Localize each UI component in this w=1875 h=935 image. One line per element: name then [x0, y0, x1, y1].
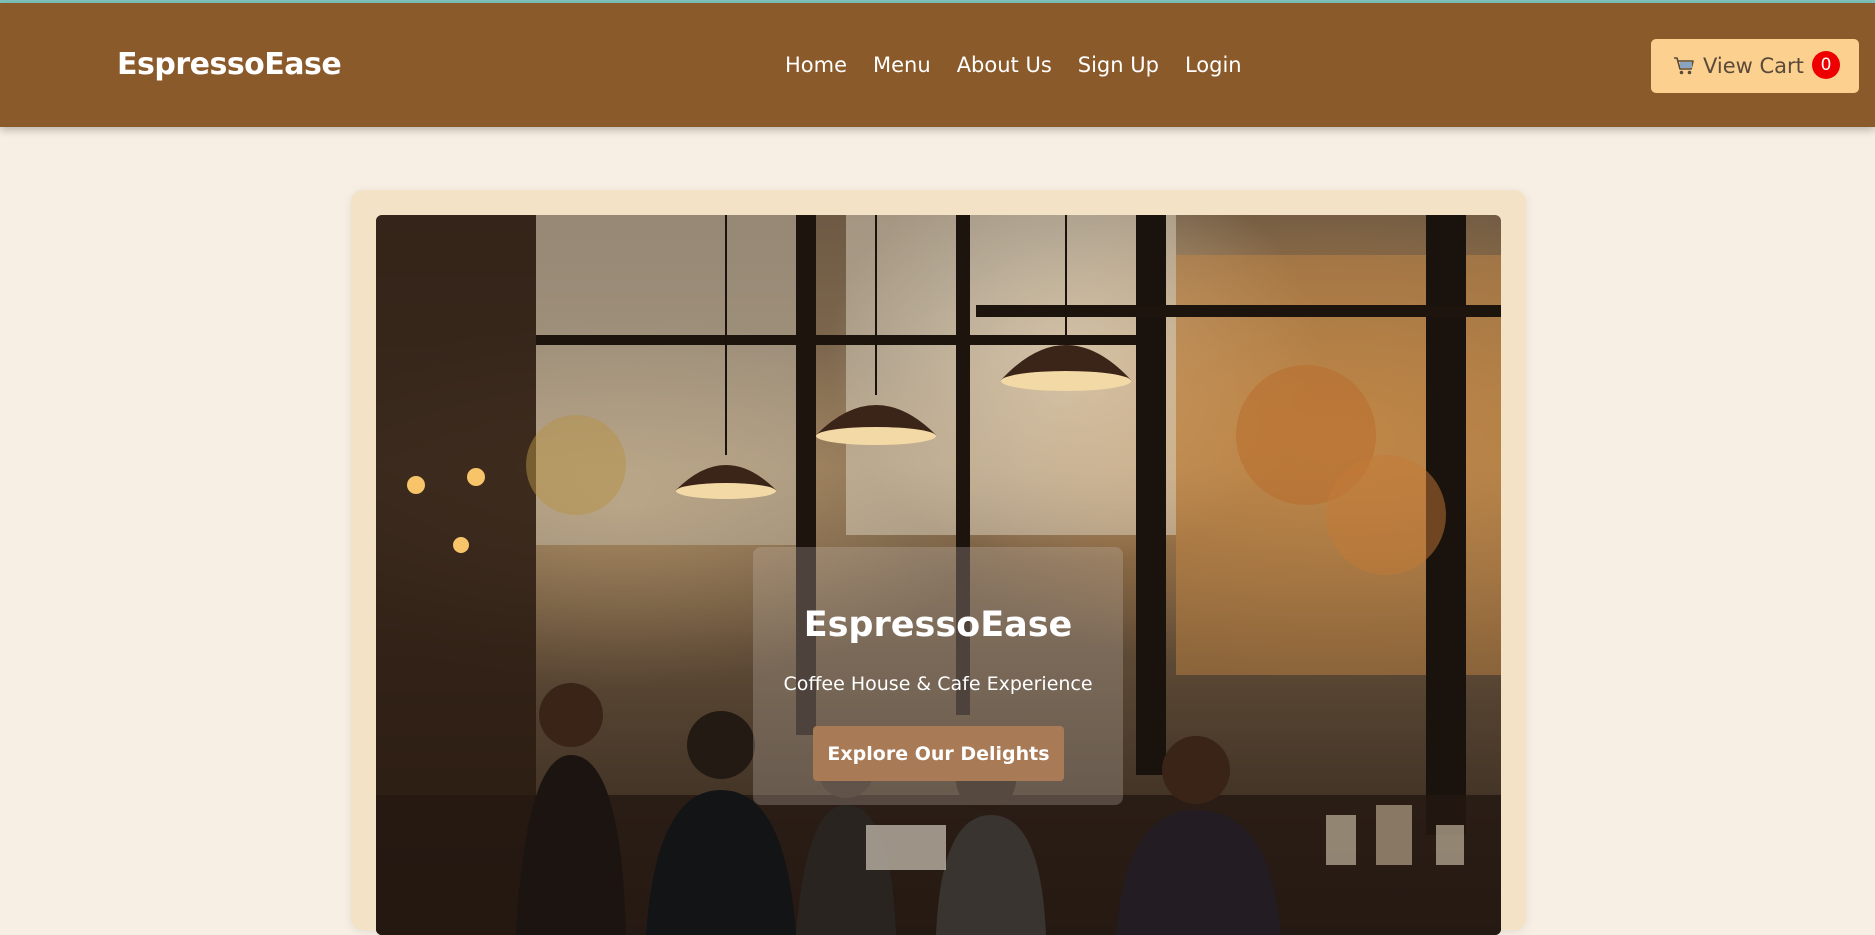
cart-icon [1673, 56, 1695, 76]
main-nav: Home Menu About Us Sign Up Login [785, 53, 1242, 77]
explore-delights-button[interactable]: Explore Our Delights [813, 726, 1064, 781]
cart-count-badge: 0 [1812, 51, 1840, 79]
hero-title: EspressoEase [803, 605, 1073, 645]
navbar: EspressoEase Home Menu About Us Sign Up … [0, 3, 1875, 127]
nav-menu-link[interactable]: Menu [873, 53, 931, 77]
nav-login-link[interactable]: Login [1185, 53, 1242, 77]
brand-logo[interactable]: EspressoEase [117, 47, 342, 82]
nav-signup-link[interactable]: Sign Up [1078, 53, 1159, 77]
hero-subtitle: Coffee House & Cafe Experience [783, 673, 1093, 695]
nav-home-link[interactable]: Home [785, 53, 847, 77]
view-cart-button[interactable]: View Cart 0 [1651, 39, 1859, 93]
hero-overlay-card: EspressoEase Coffee House & Cafe Experie… [753, 547, 1123, 805]
nav-about-link[interactable]: About Us [957, 53, 1052, 77]
view-cart-label: View Cart [1703, 54, 1804, 78]
